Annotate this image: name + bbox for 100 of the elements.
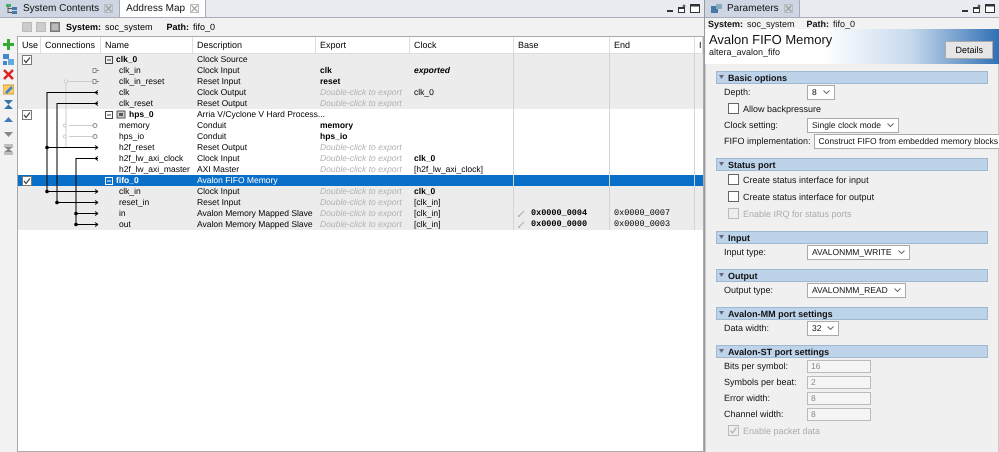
dropdown[interactable]: Construct FIFO from embedded memory blocks: [814, 134, 999, 148]
clock-value: [clk_in]: [414, 197, 440, 208]
component-subtitle: altera_avalon_fifo: [709, 47, 782, 57]
collapse-icon[interactable]: [719, 235, 724, 240]
field-label: Symbols per beat:: [724, 377, 798, 387]
description: Reset Output: [197, 142, 248, 153]
port-name: in: [119, 208, 126, 219]
dropdown[interactable]: 8: [807, 84, 835, 100]
checkbox[interactable]: [22, 110, 32, 120]
chevron-down-icon[interactable]: [886, 123, 894, 127]
port-name: reset_in: [119, 197, 150, 208]
column-header[interactable]: Connections: [41, 37, 101, 54]
collapse-icon[interactable]: [719, 75, 724, 80]
field-label: Data width:: [724, 323, 770, 333]
module-name[interactable]: clk_0: [116, 54, 138, 65]
system-label: System:: [708, 18, 744, 28]
field-label: Depth:: [724, 87, 752, 97]
column-header[interactable]: Clock: [410, 37, 514, 54]
chevron-down-icon[interactable]: [894, 288, 901, 292]
field-label: Error width:: [724, 393, 772, 403]
edit-icon[interactable]: [3, 84, 14, 95]
restore-icon[interactable]: [972, 4, 982, 13]
column-header[interactable]: Use: [18, 37, 41, 54]
description: Clock Output: [197, 87, 246, 98]
export-name[interactable]: memory: [320, 120, 354, 131]
clock-value: exported: [414, 65, 450, 76]
tab[interactable]: System Contents: [0, 0, 120, 17]
description: Reset Input: [197, 76, 240, 87]
section-header[interactable]: Basic options: [716, 71, 988, 84]
details-button[interactable]: Details: [945, 41, 993, 59]
export-name[interactable]: reset: [320, 76, 340, 87]
path-value: fifo_0: [193, 22, 216, 32]
end-address: 0x0000_0007: [614, 208, 670, 219]
description: AXI Master: [197, 164, 240, 175]
port-name: clk_in_reset: [119, 76, 164, 87]
module-name[interactable]: hps_0: [129, 109, 154, 120]
checkbox[interactable]: Create status interface for output: [724, 188, 874, 205]
collapse-toggle[interactable]: [105, 110, 113, 118]
dropdown[interactable]: Single clock mode: [807, 118, 899, 132]
dropdown[interactable]: AVALONMM_READ: [807, 282, 906, 298]
port-name: h2f_lw_axi_master: [119, 164, 190, 175]
column-header[interactable]: Name: [101, 37, 193, 54]
column-header[interactable]: Base: [514, 37, 610, 54]
dropdown[interactable]: AVALONMM_WRITE: [807, 244, 910, 260]
section-header[interactable]: Avalon-MM port settings: [716, 307, 988, 320]
add-icon[interactable]: [3, 39, 14, 50]
description: Clock Source: [197, 54, 248, 65]
table-row[interactable]: [18, 186, 703, 197]
section-header[interactable]: Status port: [716, 158, 988, 171]
export-name[interactable]: clk: [320, 65, 332, 76]
chevron-down-icon[interactable]: [898, 250, 904, 254]
checkbox[interactable]: Create status interface for input: [724, 171, 869, 188]
collapse-icon[interactable]: [719, 349, 724, 354]
restore-icon[interactable]: [677, 4, 687, 13]
base-address: 0x0000_0000: [531, 219, 588, 230]
description: Arria V/Cyclone V Hard Process...: [197, 109, 326, 120]
clock-value: [clk_in]: [414, 219, 440, 230]
collapse-toggle[interactable]: [105, 56, 113, 64]
base-address: 0x0000_0004: [531, 208, 588, 219]
column-header[interactable]: Description: [193, 37, 316, 54]
maximize-icon[interactable]: [985, 4, 995, 13]
checkbox-icon[interactable]: [728, 103, 739, 114]
delete-icon[interactable]: [3, 69, 14, 80]
chip-icon: [116, 110, 126, 119]
collapse-icon[interactable]: [719, 311, 724, 316]
tab[interactable]: Parameters: [705, 0, 800, 17]
checkbox[interactable]: Allow backpressure: [724, 100, 822, 117]
close-icon[interactable]: [190, 4, 200, 13]
checkbox-icon[interactable]: [728, 191, 739, 202]
chevron-down-icon[interactable]: [827, 326, 834, 330]
collapse-icon[interactable]: [719, 162, 724, 167]
port-name: clk_reset: [119, 98, 154, 109]
description: Avalon Memory Mapped Slave: [197, 208, 313, 219]
tab[interactable]: Address Map: [120, 0, 206, 17]
collapse-icon[interactable]: [719, 273, 724, 278]
collapse-icon[interactable]: [3, 99, 14, 110]
module-name[interactable]: fifo_0: [116, 175, 139, 186]
section-header[interactable]: Output: [716, 269, 988, 282]
field-label: Output type:: [724, 285, 774, 295]
column-header[interactable]: I: [695, 37, 703, 54]
export-name[interactable]: hps_io: [320, 131, 348, 142]
path-value: fifo_0: [833, 18, 856, 28]
field-label: Clock setting:: [724, 120, 780, 130]
description: Clock Input: [197, 65, 240, 76]
section-header[interactable]: Input: [716, 231, 988, 244]
dropdown[interactable]: 32: [807, 320, 840, 336]
expand-icon[interactable]: [3, 144, 14, 155]
section-header[interactable]: Avalon-ST port settings: [716, 345, 988, 358]
chevron-down-icon[interactable]: [822, 90, 830, 94]
port-name: h2f_lw_axi_clock: [119, 153, 184, 164]
column-header[interactable]: End: [610, 37, 695, 54]
checkbox[interactable]: [22, 54, 32, 64]
field-label: Input type:: [724, 247, 768, 257]
column-header[interactable]: Export: [316, 37, 410, 54]
maximize-icon[interactable]: [690, 4, 700, 13]
table-row[interactable]: [18, 98, 703, 109]
network-icon[interactable]: [3, 54, 14, 65]
checkbox-icon[interactable]: [728, 174, 739, 185]
checkbox[interactable]: [22, 176, 32, 186]
clock-value: [h2f_lw_axi_clock]: [414, 164, 483, 175]
